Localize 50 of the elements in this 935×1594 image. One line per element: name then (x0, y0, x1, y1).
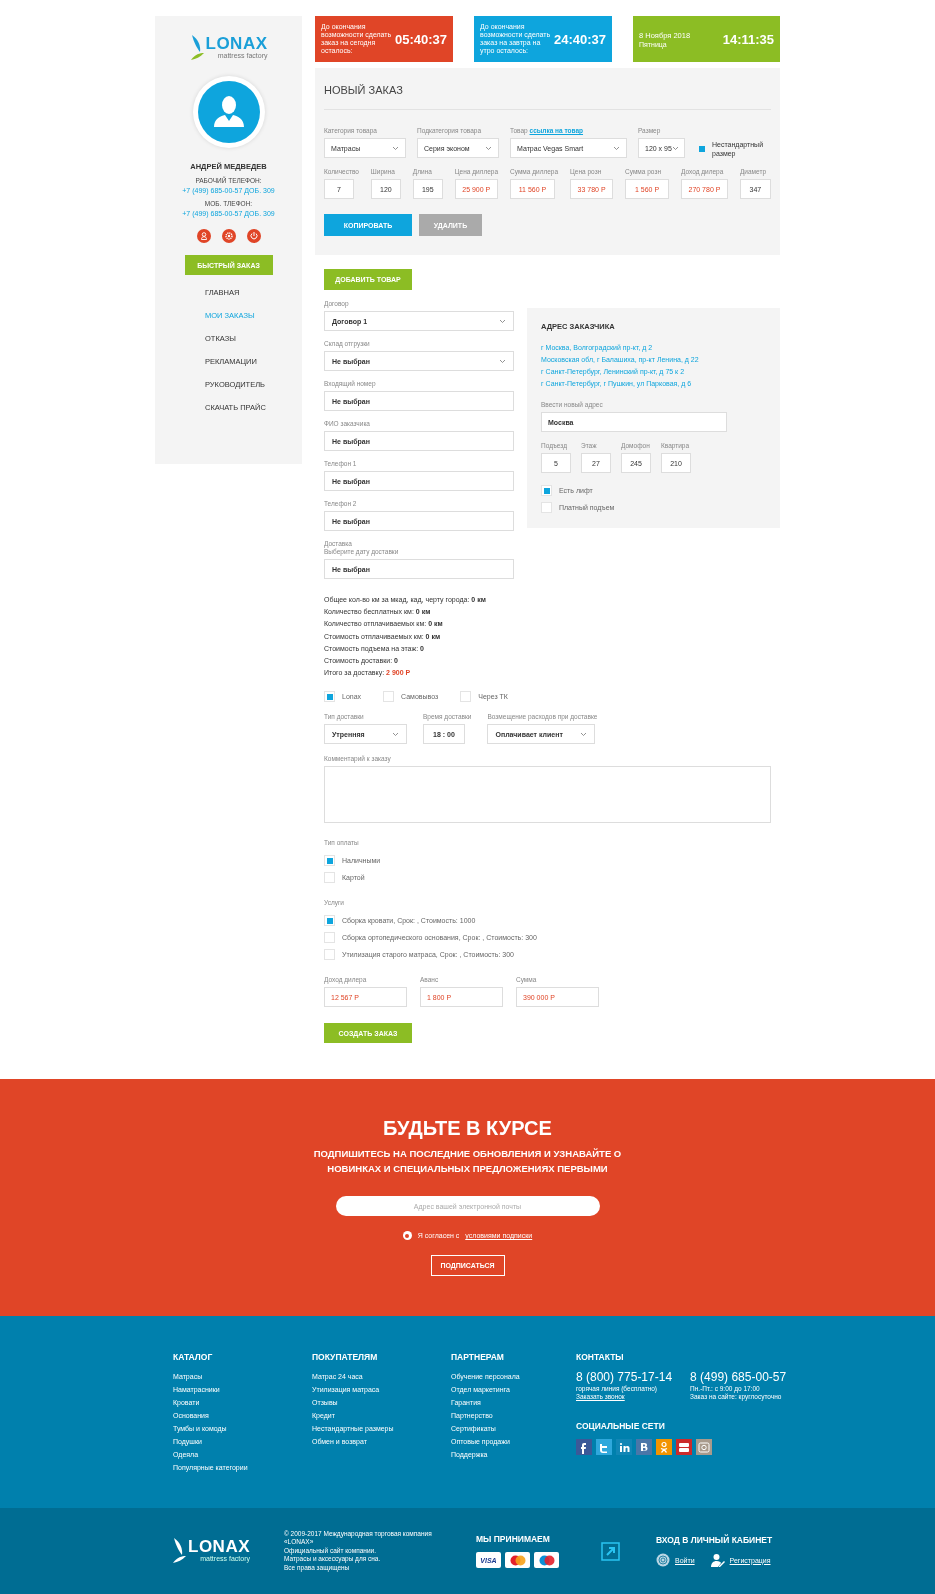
logo-name: LONAX (188, 1539, 250, 1555)
power-icon[interactable] (246, 229, 261, 243)
chevron-icon (580, 731, 588, 737)
banner-title: БУДЬТЕ В КУРСЕ (383, 1117, 552, 1140)
footer-heading: ПОКУПАТЕЛЯМ (312, 1352, 379, 1362)
user-icon (710, 1553, 725, 1567)
checkbox[interactable] (324, 855, 335, 867)
checkbox[interactable] (383, 691, 395, 703)
social-icon[interactable] (636, 1439, 652, 1455)
social-icon[interactable] (676, 1439, 692, 1455)
checkbox[interactable] (324, 691, 335, 703)
feather-icon (172, 1537, 186, 1565)
phone-number: 8 (499) 685-00-57 (690, 1370, 787, 1385)
user-icon[interactable] (196, 229, 211, 243)
footer-heading: ВХОД В ЛИЧНЫЙ КАБИНЕТ (656, 1535, 773, 1545)
social-icon[interactable] (616, 1439, 632, 1455)
footer-heading: ПАРТНЕРАМ (451, 1352, 505, 1362)
footer-heading: МЫ ПРИНИМАЕМ (476, 1534, 551, 1544)
feather-icon (189, 34, 204, 62)
logo-name: LONAX (205, 36, 268, 52)
checkbox[interactable] (460, 691, 472, 703)
checkbox[interactable] (696, 143, 707, 154)
chevron-icon (499, 318, 506, 324)
banner-subtitle: ПОДПИШИТЕСЬ НА ПОСЛЕДНИЕ ОБНОВЛЕНИЯ И УЗНАВАЙТЕ О НОВИНКАХ И СПЕЦИАЛЬНЫХ ПРЕДЛОЖЕНИЯХ ПЕРВЫМИ (312, 1147, 623, 1176)
footer-heading: КАТАЛОГ (173, 1352, 214, 1362)
globe-icon (656, 1553, 670, 1567)
radio-button[interactable] (402, 1231, 412, 1240)
checkbox[interactable] (324, 932, 335, 944)
panel-title: НОВЫЙ ЗАКАЗ (324, 68, 771, 110)
chevron-icon (392, 145, 399, 151)
chevron-icon (499, 358, 506, 364)
social-icon[interactable] (576, 1439, 592, 1455)
footer-heading: КОНТАКТЫ (576, 1352, 625, 1362)
footer-heading: СОЦИАЛЬНЫЕ СЕТИ (576, 1421, 666, 1431)
phone-number: 8 (800) 775-17-14 (576, 1370, 673, 1385)
chevron-icon (485, 145, 492, 151)
settings-icon[interactable] (221, 229, 236, 243)
checkbox[interactable] (324, 915, 335, 927)
checkbox[interactable] (324, 872, 335, 884)
chevron-icon (392, 731, 399, 737)
timer-time: 24:40:37 (553, 31, 606, 47)
checkbox[interactable] (541, 485, 552, 496)
timer-time: 05:40:37 (394, 31, 447, 47)
chevron-icon (671, 145, 679, 151)
timer-time: 14:11:35 (722, 31, 774, 47)
avatar-icon (197, 81, 260, 143)
comment-field[interactable] (324, 766, 771, 824)
checkbox[interactable] (541, 502, 552, 513)
checkbox[interactable] (324, 949, 335, 961)
chevron-icon (613, 145, 620, 151)
